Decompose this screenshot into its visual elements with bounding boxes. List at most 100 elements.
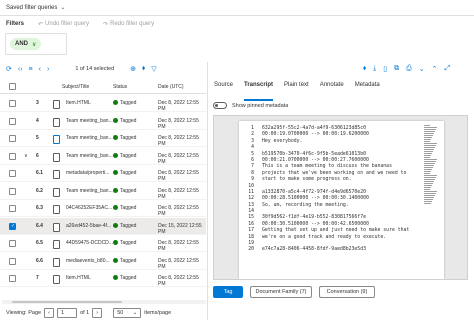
- status-badge: Tagged: [113, 152, 136, 159]
- pager-next-button[interactable]: ›: [92, 307, 103, 318]
- conversation-button[interactable]: Conversation (9): [319, 286, 375, 298]
- items-per-page-select[interactable]: 50 ⌄: [113, 307, 142, 318]
- row-date: Dec 8, 2022 12:55 PM: [158, 170, 199, 182]
- row-checkbox[interactable]: [9, 117, 16, 125]
- row-date: Dec 8, 2022 12:55 PM: [158, 257, 199, 270]
- column-date[interactable]: Date (UTC): [158, 84, 184, 90]
- row-date: Dec 8, 2022 12:55 PM: [158, 240, 199, 252]
- status-badge: Tagged: [113, 170, 136, 176]
- show-pinned-metadata-toggle[interactable]: [213, 102, 227, 109]
- tag-icon[interactable]: ⬧: [363, 65, 366, 73]
- chevron-up-icon[interactable]: ⌃: [432, 65, 438, 73]
- download-icon[interactable]: ⤓: [373, 65, 376, 73]
- copy-icon[interactable]: ⧉: [394, 65, 399, 73]
- minimap-line: [424, 163, 435, 164]
- document-icon[interactable]: ▯: [383, 65, 387, 73]
- select-all-checkbox[interactable]: [9, 83, 16, 90]
- list-view-icon[interactable]: ≡: [29, 66, 33, 73]
- tagged-status-icon: [113, 135, 118, 140]
- row-checkbox[interactable]: [9, 135, 16, 142]
- tab-source[interactable]: Source: [214, 82, 233, 96]
- table-row[interactable]: 6.2 Team meeting_ban... Tagged Dec 8, 2022 …: [0, 183, 206, 200]
- and-operator-dropdown[interactable]: AND ∨: [10, 38, 42, 50]
- chevron-down-icon: ∨: [32, 41, 37, 48]
- filter-icon[interactable]: ▽: [151, 65, 156, 73]
- tag-icon[interactable]: ⬧: [142, 65, 145, 73]
- tab-annotate[interactable]: Annotate: [320, 82, 344, 96]
- row-checkbox[interactable]: [9, 170, 16, 177]
- tagged-status-icon: [113, 240, 118, 245]
- expand-chevron-icon[interactable]: ∨: [24, 153, 28, 159]
- and-operator-label: AND: [15, 41, 28, 47]
- page-number-value: 1: [61, 309, 65, 316]
- minimap: [424, 125, 438, 205]
- table-row[interactable]: 6.4 a26ed452-5bae-4f... Tagged Dec 15, 2022…: [0, 217, 206, 235]
- scrollbar-thumb[interactable]: [12, 301, 122, 303]
- table-row[interactable]: 6.1 metadata/properti... Tagged Dec 8, 2022…: [0, 165, 206, 182]
- chevron-right-icon[interactable]: ›: [47, 66, 49, 73]
- pager-prev-button[interactable]: ‹: [44, 307, 55, 318]
- row-checkbox[interactable]: [9, 205, 16, 212]
- row-checkbox[interactable]: [9, 257, 16, 265]
- chevron-right-icon: ›: [96, 309, 99, 316]
- row-number: 6.1: [36, 170, 43, 176]
- chevron-down-icon[interactable]: ⌄: [419, 65, 425, 73]
- row-subject: 04C46252EF35AC...: [66, 205, 113, 211]
- saved-filter-queries-dropdown[interactable]: Saved filter queries ⌄: [0, 0, 474, 16]
- column-status[interactable]: Status: [113, 84, 127, 90]
- status-badge: Tagged: [113, 100, 136, 106]
- transcript-line: Getting that set up and just need to mak…: [262, 228, 410, 234]
- refresh-icon[interactable]: ⟳: [6, 65, 12, 73]
- horizontal-scrollbar[interactable]: [2, 300, 206, 304]
- minimap-line: [424, 201, 432, 202]
- status-badge: Tagged: [113, 240, 136, 246]
- row-checkbox[interactable]: [9, 187, 16, 195]
- redo-filter-button[interactable]: ↷ Redo filter query: [103, 21, 154, 28]
- pane-splitter[interactable]: [207, 62, 208, 320]
- document-family-button[interactable]: Document Family (7): [250, 286, 312, 298]
- row-subject: metadata/properti...: [66, 170, 110, 176]
- row-subject: Team meeting_ban...: [66, 117, 113, 124]
- chevron-left-icon[interactable]: ‹: [39, 66, 41, 73]
- document-icon: [53, 170, 60, 179]
- table-row[interactable]: 5 Team meeting_ban... Tagged Dec 8, 2022 12…: [0, 130, 206, 147]
- tab-plain-text[interactable]: Plain text: [284, 82, 309, 96]
- chevron-down-icon: ⌄: [60, 5, 66, 11]
- code-icon[interactable]: ‹›: [18, 66, 23, 73]
- row-checkbox[interactable]: [9, 240, 16, 247]
- tab-transcript[interactable]: Transcript: [244, 82, 274, 101]
- table-row[interactable]: 7 Item.HTML Tagged Dec 8, 2022 12:55 PM: [0, 270, 206, 287]
- expand-icon[interactable]: ⤢: [444, 65, 450, 73]
- table-row[interactable]: 6.3 04C46252EF35AC... Tagged Dec 8, 2022 12…: [0, 200, 206, 217]
- page-number-input[interactable]: 1: [57, 307, 78, 318]
- transcript-page: 1 2 3 4 5 6 7 8 9 10 11 12 13 14 15 16 17 18 19 20 632a295f…: [239, 121, 444, 279]
- tagged-status-icon: [113, 275, 118, 280]
- document-viewer[interactable]: 1 2 3 4 5 6 7 8 9 10 11 12 13 14 15 16 17 18 19 20 632a295f…: [213, 115, 468, 280]
- row-checkbox[interactable]: [9, 275, 16, 282]
- chevron-down-icon: ⌄: [132, 309, 138, 316]
- row-checkbox[interactable]: [9, 100, 16, 107]
- table-row[interactable]: 3 Item.HTML Tagged Dec 8, 2022 12:55 PM: [0, 95, 206, 112]
- minimap-line: [424, 133, 434, 134]
- globe-icon[interactable]: ⊕: [130, 65, 136, 73]
- minimap-line: [424, 127, 437, 128]
- document-icon: [53, 222, 60, 232]
- row-number: 6.3: [36, 205, 43, 211]
- row-date: Dec 8, 2022 12:55 PM: [158, 117, 199, 130]
- table-row[interactable]: 6.5 44D59475-DCDCD... Tagged Dec 8, 2022 12…: [0, 235, 206, 252]
- transcript-text: 632a295f-55c2-4a7d-a4f9-6306123d85c0 00:0…: [262, 126, 417, 254]
- row-subject: Team meeting_ban...: [66, 152, 113, 159]
- undo-filter-button[interactable]: ↶ Undo filter query: [38, 21, 89, 28]
- tag-button[interactable]: Tag: [213, 286, 243, 298]
- status-badge: Tagged: [113, 257, 136, 264]
- table-row[interactable]: 4 Team meeting_ban... Tagged Dec 8, 2022 12…: [0, 113, 206, 130]
- table-row[interactable]: 6.6 mediaevents_b80... Tagged Dec 8, 2022 1…: [0, 253, 206, 270]
- row-date: Dec 8, 2022 12:55 PM: [158, 100, 199, 112]
- row-checkbox[interactable]: [9, 152, 16, 160]
- row-checkbox[interactable]: [9, 222, 16, 230]
- status-text: Tagged: [120, 135, 137, 141]
- print-icon[interactable]: ⎙: [406, 65, 412, 73]
- column-subject-title[interactable]: Subject/Title: [62, 84, 89, 90]
- tab-metadata[interactable]: Metadata: [355, 82, 380, 96]
- table-row[interactable]: ∨ 6 Team meeting_ban... Tagged Dec 8, 2022 1…: [0, 148, 206, 165]
